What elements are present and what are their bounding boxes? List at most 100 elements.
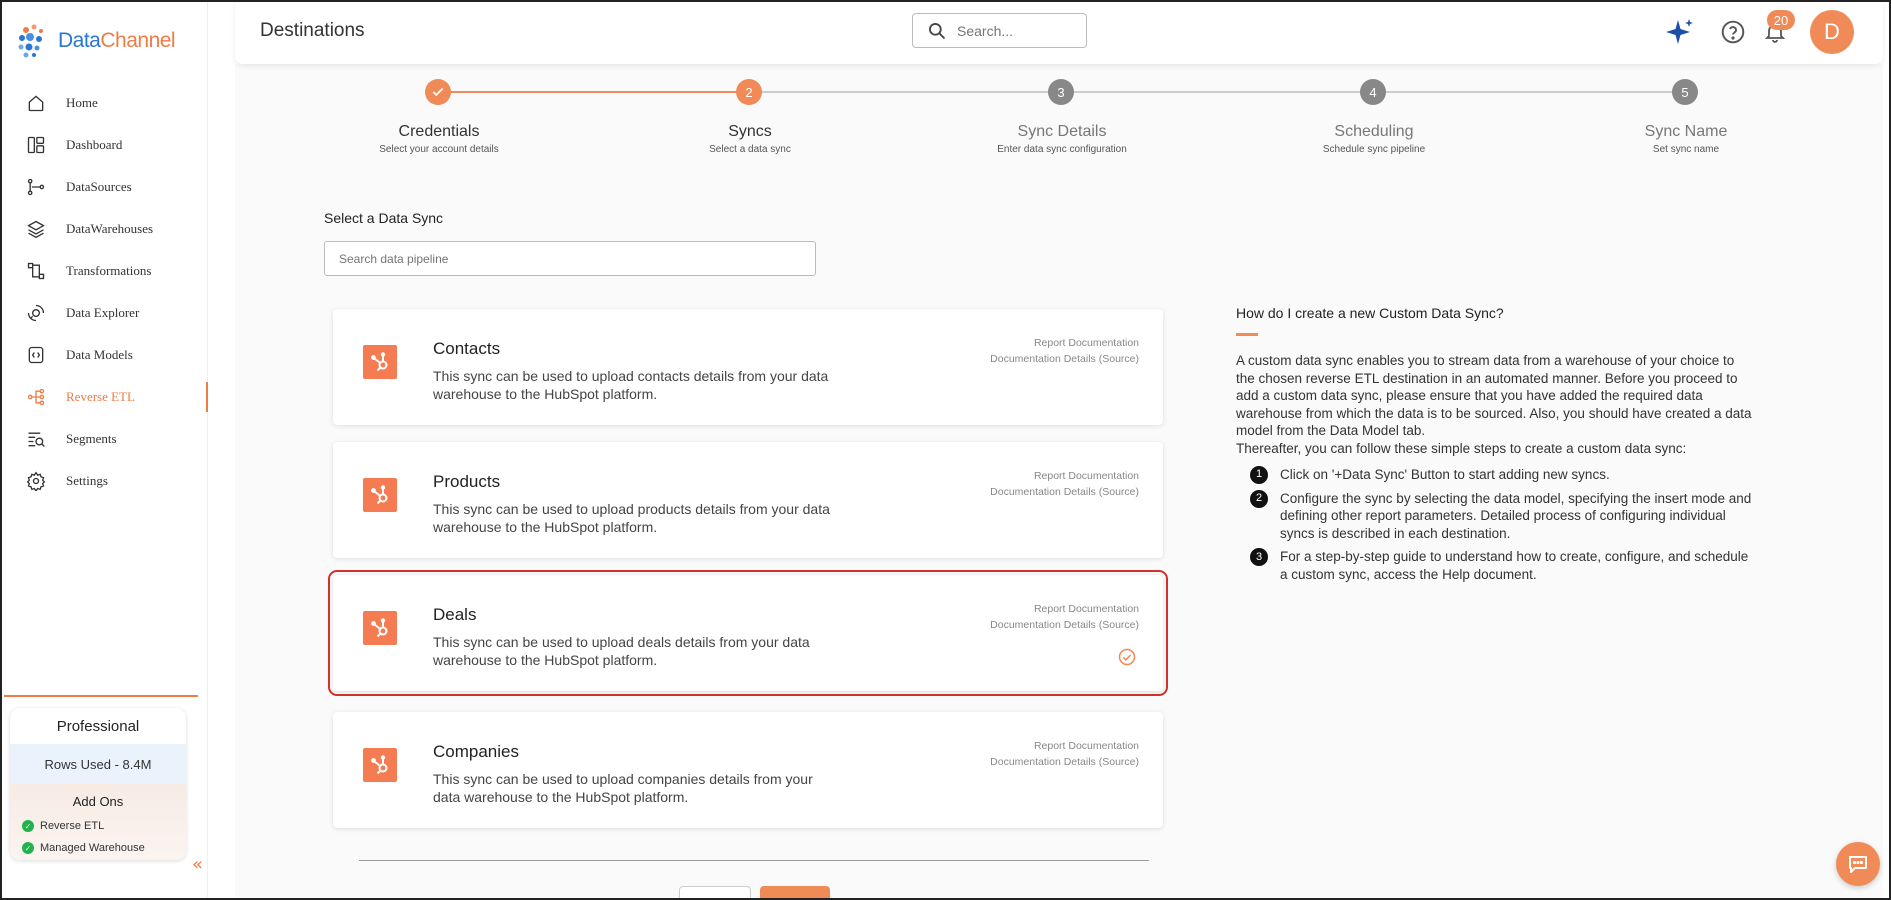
sync-card-description: This sync can be used to upload contacts… [433,368,829,402]
check-circle-icon: ✓ [22,842,34,854]
user-avatar[interactable]: D [1810,10,1854,54]
transform-icon [24,259,48,283]
step-4-circle: 4 [1360,79,1386,105]
global-search[interactable] [912,13,1087,48]
step-label-scheduling: Scheduling Schedule sync pipeline [1322,123,1426,155]
collapse-sidebar-icon[interactable]: « [192,854,203,875]
documentation-details-link[interactable]: Documentation Details (Source) [990,484,1139,500]
rows-used: Rows Used - 8.4M [10,744,186,784]
addons-title: Add Ons [72,794,124,809]
step-connector [1373,91,1685,93]
step-1-complete-icon[interactable] [425,79,451,105]
sidebar-item-segments[interactable]: Segments [2,418,208,460]
plan-card: Professional Rows Used - 8.4M Add Ons ✓ … [10,708,186,860]
sidebar-item-data-explorer[interactable]: Data Explorer [2,292,208,334]
sync-card-description: This sync can be used to upload products… [433,501,830,535]
models-icon [24,343,48,367]
wizard-stepper: 2 3 4 5 Credentials Select your account … [235,76,1883,166]
help-step: 3 For a step-by-step guide to understand… [1250,548,1756,583]
footer-divider [359,860,1149,861]
sync-search-input[interactable] [324,241,816,276]
selected-check-icon [1118,648,1136,666]
sidebar-item-reverse-etl[interactable]: Reverse ETL [2,376,208,418]
home-icon [24,91,48,115]
sync-card-title: Companies [433,742,519,761]
step-number-badge: 2 [1250,489,1268,508]
search-icon [929,22,946,39]
sidebar-item-label: Home [66,95,98,110]
plan-title: Professional [56,717,140,735]
next-button[interactable] [760,886,830,900]
sidebar-item-datawarehouses[interactable]: DataWarehouses [2,208,208,250]
step-label-sync-name: Sync Name Set sync name [1644,123,1728,155]
sync-card-companies[interactable]: Companies This sync can be used to uploa… [333,712,1163,828]
sidebar-item-label: Data Models [66,347,133,362]
step-number-badge: 3 [1250,548,1268,567]
hubspot-icon [363,345,397,379]
help-step: 2 Configure the sync by selecting the da… [1250,489,1756,543]
hubspot-icon [363,748,397,782]
page-title: Destinations [260,20,365,41]
help-panel: How do I create a new Custom Data Sync? … [1236,305,1756,584]
report-documentation-link[interactable]: Report Documentation [990,601,1139,617]
back-button[interactable] [679,886,751,900]
datachannel-logo-icon [18,24,43,58]
report-documentation-link[interactable]: Report Documentation [990,468,1139,484]
segments-icon [24,427,48,451]
sparkle-ai-icon[interactable] [1664,16,1696,48]
step-connector [1061,91,1373,93]
layers-icon [24,217,48,241]
sync-card-contacts[interactable]: Contacts This sync can be used to upload… [333,309,1163,425]
logo[interactable]: DataChannel [16,22,176,60]
sync-card-title: Products [433,472,501,491]
datasources-icon [24,175,48,199]
help-step-text: Click on '+Data Sync' Button to start ad… [1280,466,1610,482]
documentation-details-link[interactable]: Documentation Details (Source) [990,754,1139,770]
sidebar-item-data-models[interactable]: Data Models [2,334,208,376]
addons-section: Add Ons ✓ Reverse ETL ✓ Managed Warehous… [10,784,186,860]
hubspot-icon [363,611,397,645]
sidebar-item-datasources[interactable]: DataSources [2,166,208,208]
hubspot-icon [363,478,397,512]
sidebar-item-label: Segments [66,431,117,446]
step-number-badge: 1 [1250,465,1268,484]
report-documentation-link[interactable]: Report Documentation [990,335,1139,351]
documentation-details-link[interactable]: Documentation Details (Source) [990,617,1139,633]
sidebar-item-dashboard[interactable]: Dashboard [2,124,208,166]
documentation-details-link[interactable]: Documentation Details (Source) [990,351,1139,367]
sync-card-deals[interactable]: Deals This sync can be used to upload de… [328,570,1168,696]
step-2-circle[interactable]: 2 [736,79,762,105]
help-paragraph: A custom data sync enables you to stream… [1236,353,1752,439]
sidebar-item-label: Data Explorer [66,305,140,320]
help-circle-icon[interactable] [1720,19,1746,45]
sync-card-links: Report Documentation Documentation Detai… [990,468,1139,500]
sidebar-item-home[interactable]: Home [2,82,208,124]
addon-item: ✓ Managed Warehouse [10,837,186,859]
sidebar-item-label: Settings [66,473,108,488]
search-input[interactable] [957,22,1067,39]
step-label-syncs: Syncs Select a data sync [709,123,791,155]
sidebar-item-settings[interactable]: Settings [2,460,208,502]
select-sync-heading: Select a Data Sync [324,210,444,226]
reverse-etl-icon [24,385,48,409]
help-paragraph-2: Thereafter, you can follow these simple … [1236,440,1687,456]
step-5-circle: 5 [1672,79,1698,105]
step-label-credentials: Credentials Select your account details [379,123,499,155]
report-documentation-link[interactable]: Report Documentation [990,738,1139,754]
sidebar-item-transformations[interactable]: Transformations [2,250,208,292]
gear-icon [24,469,48,493]
dashboard-icon [24,133,48,157]
sidebar-divider [4,695,198,697]
sidebar-item-label: Dashboard [66,137,123,152]
top-header: Destinations 20 D [235,2,1883,64]
step-label-sync-details: Sync Details Enter data sync configurati… [997,123,1127,155]
sidebar-item-label: Reverse ETL [66,389,135,404]
sidebar: DataChannel Home Dashboard DataSources D… [2,2,208,898]
sync-card-links: Report Documentation Documentation Detai… [990,738,1139,770]
sidebar-item-label: DataSources [66,179,132,194]
check-circle-icon: ✓ [22,820,34,832]
chat-support-button[interactable] [1836,842,1880,886]
sync-card-products[interactable]: Products This sync can be used to upload… [333,442,1163,558]
addon-item: ✓ Reverse ETL [10,815,186,837]
addon-label: Reverse ETL [40,820,105,832]
